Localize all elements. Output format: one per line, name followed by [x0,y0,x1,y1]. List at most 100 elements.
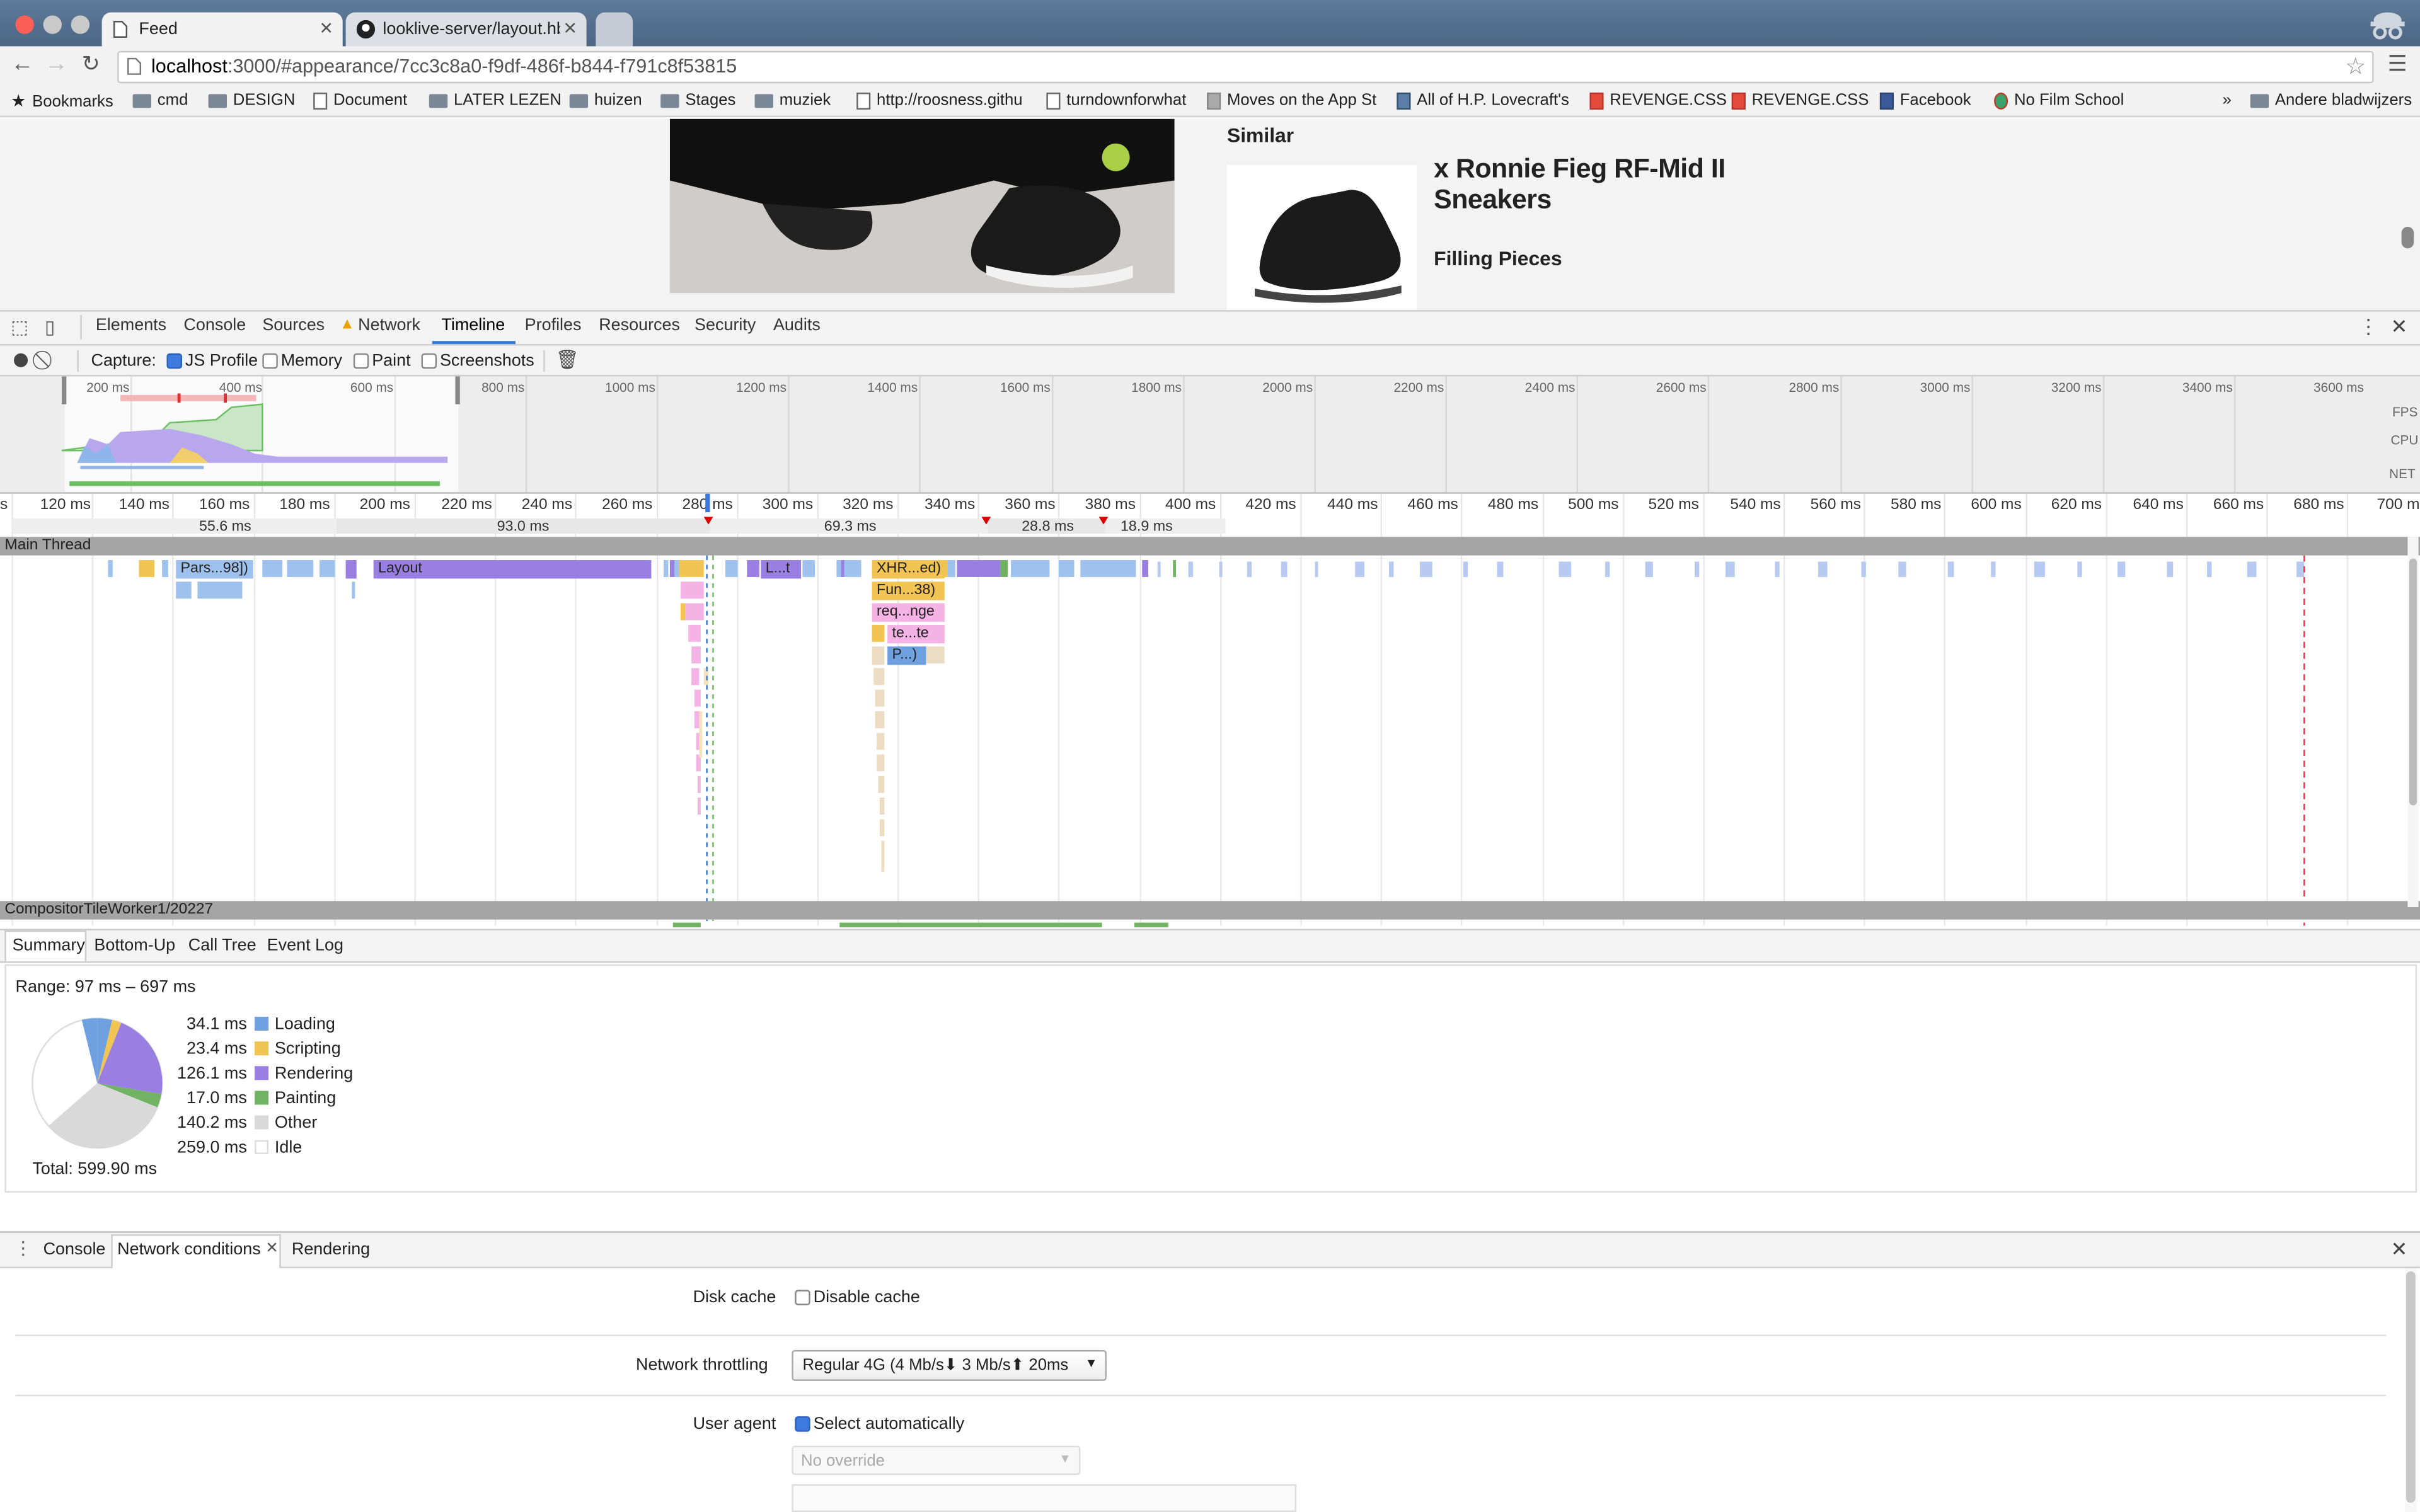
ruler-tick: 680 ms [2293,496,2344,514]
frame-duration[interactable]: 69.3 ms [824,518,877,536]
overview-tick: 2000 ms [1262,379,1313,395]
bookmark-item[interactable]: muziek [754,91,831,110]
tab-title: Feed [139,20,178,39]
flame-chart[interactable]: Main Thread Pars...98]) Layout L...t XHR… [0,537,2420,927]
paint-checkbox[interactable]: Paint [353,352,411,370]
bookmark-item[interactable]: REVENGE.CSS [1731,91,1869,110]
zoom-window-button[interactable] [71,15,90,34]
frame-duration[interactable]: 55.6 ms [199,518,251,536]
no-film-school-icon [1994,91,2008,109]
tab-elements[interactable]: Elements [96,316,166,335]
similar-product-image[interactable] [1226,165,1417,311]
tab-sources[interactable]: Sources [262,316,325,335]
tab-bottom-up[interactable]: Bottom-Up [94,937,175,955]
tab-console[interactable]: Console [183,316,246,335]
bookmark-item[interactable]: REVENGE.CSS [1589,91,1727,110]
bookmark-item[interactable]: All of H.P. Lovecraft's [1397,91,1569,110]
new-tab-button[interactable] [596,12,633,47]
user-agent-select[interactable]: No override ▼ [792,1445,1081,1475]
screenshots-checkbox[interactable]: Screenshots [421,352,534,370]
frame-duration[interactable]: 93.0 ms [497,518,550,536]
timeline-overview[interactable]: 200 ms 400 ms 600 ms 800 ms 1000 ms 1200… [0,376,2420,494]
flame-parse[interactable]: Pars...98]) [176,559,253,579]
record-button[interactable] [14,353,28,367]
tab-resources[interactable]: Resources [599,316,680,335]
flame-layout-small[interactable] [345,559,357,579]
flame-layout-short[interactable]: L...t [761,559,802,579]
bookmark-item[interactable]: cmd [132,91,188,110]
bookmark-item[interactable]: huizen [569,91,642,110]
bookmark-item[interactable]: Document [313,91,407,110]
js-profile-checkbox[interactable]: JS Profile [166,352,258,370]
memory-checkbox[interactable]: Memory [262,352,342,370]
tab-summary[interactable]: Summary [13,937,85,955]
overview-right-handle[interactable] [455,376,460,404]
inspect-icon[interactable]: ⬚ [11,316,28,338]
tab-feed[interactable]: Feed ✕ [101,12,343,47]
bookmark-item[interactable]: Stages [660,91,735,110]
reload-icon[interactable]: ↻ [82,51,100,77]
drawer-menu-icon[interactable]: ⋮ [14,1237,32,1259]
minimize-window-button[interactable] [43,15,62,34]
bookmark-item[interactable]: No Film School [1994,91,2124,110]
trash-icon[interactable]: 🗑 [556,348,579,370]
close-devtools-icon[interactable]: ✕ [2391,315,2408,340]
user-agent-input[interactable] [792,1484,1297,1512]
flame-template[interactable]: te...te [887,624,945,644]
tab-network[interactable]: Network [358,316,420,335]
similar-product-title[interactable]: x Ronnie Fieg RF-Mid II Sneakers [1434,152,1789,214]
close-drawer-icon[interactable]: ✕ [2391,1237,2408,1262]
tab-security[interactable]: Security [694,316,756,335]
raster-task[interactable] [1134,922,1168,927]
bookmark-item[interactable]: Facebook [1879,91,1971,110]
ruler-tick: 440 ms [1327,496,1378,514]
tab-event-log[interactable]: Event Log [267,937,343,955]
overview-left-handle[interactable] [61,376,67,404]
close-tab-icon[interactable]: ✕ [319,18,333,38]
bookmark-item[interactable]: turndownforwhat [1046,91,1186,110]
drawer-tab-console[interactable]: Console [43,1240,106,1259]
forward-icon[interactable]: → [45,51,68,77]
tab-audits[interactable]: Audits [773,316,821,335]
close-window-button[interactable] [15,15,34,34]
drawer-scrollbar[interactable] [2404,1268,2417,1512]
raster-task[interactable] [839,922,1102,927]
select-automatically-checkbox[interactable]: Select automatically [795,1415,964,1433]
bookmark-item[interactable]: Moves on the App St [1207,91,1376,110]
bookmark-item[interactable]: DESIGN [208,91,295,110]
overview-tick: 200 ms [86,379,130,395]
throttling-select[interactable]: Regular 4G (4 Mb/s⬇ 3 Mb/s⬆ 20ms ▼ [792,1349,1107,1381]
back-icon[interactable]: ← [11,51,34,77]
tab-profiles[interactable]: Profiles [525,316,582,335]
tab-timeline[interactable]: Timeline [441,316,505,335]
tab-github[interactable]: looklive-server/layout.hbs a ✕ [345,12,587,47]
flame-parse-html[interactable]: P...) [887,646,926,665]
flame-scrollbar[interactable] [2407,537,2419,908]
tab-call-tree[interactable]: Call Tree [188,937,256,955]
flame-xhr[interactable]: XHR...ed) [872,559,945,579]
bookmarks-overflow-button[interactable]: » [2223,91,2232,109]
disable-cache-checkbox[interactable]: Disable cache [795,1288,920,1307]
close-tab-icon[interactable]: ✕ [265,1240,279,1257]
drawer-tab-network-conditions[interactable]: Network conditions [117,1240,261,1259]
device-mode-icon[interactable]: ▯ [45,316,55,338]
flame-layout[interactable]: Layout [373,559,652,579]
drawer-tab-rendering[interactable]: Rendering [292,1240,370,1259]
page-scrollbar[interactable] [2401,227,2414,249]
close-tab-icon[interactable]: ✕ [563,18,577,38]
bookmark-item[interactable]: http://roosness.githu [856,91,1023,110]
page-icon [113,20,131,38]
raster-task[interactable] [672,922,701,927]
menu-icon[interactable]: ☰ [2388,51,2407,77]
bookmark-item[interactable]: ★ Bookmarks [11,91,113,112]
frame-duration[interactable]: 28.8 ms [1022,518,1074,536]
flame-function-call[interactable]: Fun...38) [872,581,945,600]
bookmark-item[interactable]: LATER LEZEN [429,91,562,110]
rendering-swatch [255,1066,269,1080]
frame-duration[interactable]: 18.9 ms [1121,518,1173,536]
more-options-icon[interactable]: ⋮ [2358,315,2378,340]
address-bar[interactable]: localhost:3000/#appearance/7cc3c8a0-f9df… [117,50,2374,84]
flame-request[interactable]: req...nge [872,603,945,622]
star-icon[interactable]: ☆ [2345,52,2366,81]
other-bookmarks[interactable]: Andere bladwijzers [2250,91,2412,110]
